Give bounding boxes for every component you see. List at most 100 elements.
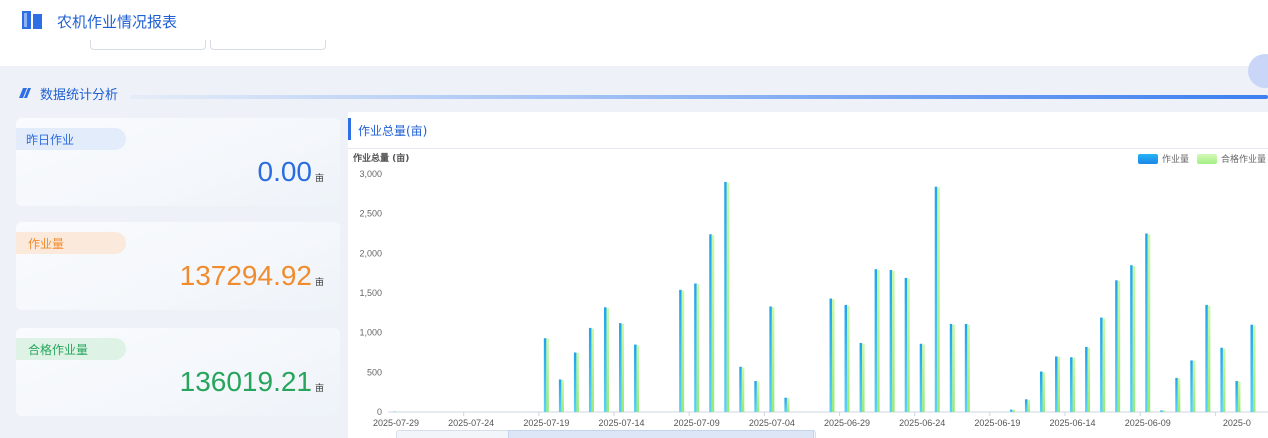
bar-qualified [1102, 318, 1106, 412]
bar-workload [874, 269, 878, 412]
bar-workload [679, 289, 682, 412]
bar-workload [1039, 371, 1043, 412]
bar-workload [1024, 399, 1028, 412]
bar-qualified [832, 299, 835, 412]
bar-workload [769, 306, 772, 412]
bar-workload [1190, 360, 1193, 412]
bar-workload [904, 277, 908, 412]
y-tick-label: 2,500 [359, 209, 382, 219]
bar-qualified [621, 323, 625, 412]
bar-workload [1145, 233, 1148, 412]
bar-qualified [696, 284, 700, 412]
section-title: 数据统计分析 [40, 87, 119, 103]
bar-qualified [561, 379, 564, 412]
bar-workload [1160, 410, 1163, 412]
bar-workload [1009, 409, 1013, 412]
x-tick-label: 2025-07-09 [674, 418, 720, 428]
bar-qualified [1132, 266, 1136, 412]
x-tick-label: 2025-07-19 [523, 418, 569, 428]
bar-workload [1175, 377, 1178, 412]
bar-qualified [1117, 281, 1121, 412]
bar-workload [543, 338, 547, 412]
bar-workload [844, 304, 848, 412]
bar-qualified [636, 345, 640, 412]
stat-unit: 亩 [314, 278, 324, 288]
bar-qualified [726, 182, 730, 412]
bar-workload [754, 381, 757, 412]
bar-qualified [786, 398, 790, 412]
book-logo-icon [22, 11, 42, 29]
x-tick-label: 2025-06-09 [1125, 418, 1171, 428]
bar-workload [724, 181, 727, 412]
y-tick-label: 1,000 [359, 328, 382, 338]
bar-workload [859, 342, 863, 412]
bar-qualified [681, 290, 685, 412]
bar-qualified [771, 307, 775, 412]
bar-qualified [1012, 409, 1015, 412]
y-tick-label: 0 [377, 407, 382, 417]
stat-card-yesterday: 昨日作业 0.00 亩 [16, 118, 340, 206]
bar-qualified [877, 269, 880, 412]
bar-workload [634, 344, 637, 412]
filter-bar [0, 40, 1268, 66]
bar-workload [1205, 304, 1208, 412]
bar-qualified [1222, 348, 1226, 412]
stat-value: 0.00 [257, 156, 313, 187]
chart-panel: 作业总量(亩) 作业量 合格作业量 作业总量 (亩) 0 500 1,000 1,500… [348, 112, 1268, 438]
bar-qualified [1162, 410, 1166, 412]
bar-qualified [892, 270, 895, 412]
x-tick-label: 2025-0 [1223, 418, 1251, 428]
bar-qualified [847, 305, 850, 412]
bar-qualified [576, 352, 579, 412]
stat-value: 136019.21 [179, 366, 312, 397]
bar-qualified [1147, 234, 1151, 412]
bar-workload [949, 323, 953, 412]
bar-workload [1250, 324, 1253, 412]
bar-workload [739, 366, 742, 412]
bar-qualified [741, 367, 745, 412]
bar-qualified [756, 381, 760, 412]
bar-workload [558, 379, 562, 412]
y-tick-label: 2,000 [359, 248, 382, 258]
y-tick-label: 500 [367, 367, 382, 377]
bar-workload [919, 343, 923, 412]
bar-workload [573, 352, 577, 412]
stat-unit: 亩 [314, 384, 324, 394]
bar-qualified [1027, 399, 1030, 412]
x-tick-label: 2025-06-29 [824, 418, 870, 428]
bar-qualified [1237, 381, 1241, 412]
bar-qualified [922, 344, 925, 412]
x-tick-label: 2025-06-19 [974, 418, 1020, 428]
bar-workload [889, 269, 893, 412]
bar-qualified [1192, 360, 1196, 412]
bar-qualified [711, 235, 715, 412]
bar-qualified [862, 343, 865, 412]
app-title: 农机作业情况报表 [57, 13, 178, 31]
bar-workload [1235, 381, 1238, 412]
filter-select-2[interactable] [210, 40, 326, 50]
bar-workload [934, 186, 938, 412]
bar-workload [1115, 280, 1118, 412]
filter-select-1[interactable] [90, 40, 206, 50]
bar-workload [1220, 347, 1223, 412]
bar-workload [784, 397, 787, 412]
stat-label: 昨日作业 [16, 128, 126, 150]
x-tick-label: 2025-06-14 [1050, 418, 1096, 428]
bar-workload [603, 307, 607, 412]
bar-qualified [967, 324, 970, 412]
x-tick-label: 2025-07-14 [598, 418, 644, 428]
bar-workload [964, 323, 968, 412]
chart-zoom-handle[interactable] [508, 430, 814, 438]
stat-unit: 亩 [314, 174, 324, 184]
bar-qualified [1252, 325, 1256, 412]
floating-action-button[interactable] [1248, 54, 1268, 88]
bar-qualified [1072, 357, 1076, 412]
section-divider [130, 95, 1268, 99]
x-tick-label: 2025-07-29 [373, 418, 419, 428]
bar-qualified [1042, 372, 1045, 412]
bar-qualified [591, 328, 594, 412]
bar-workload [1100, 317, 1103, 412]
bar-workload [829, 298, 832, 412]
bar-qualified [606, 308, 609, 412]
y-axis-title: 作业总量 (亩) [353, 152, 409, 164]
